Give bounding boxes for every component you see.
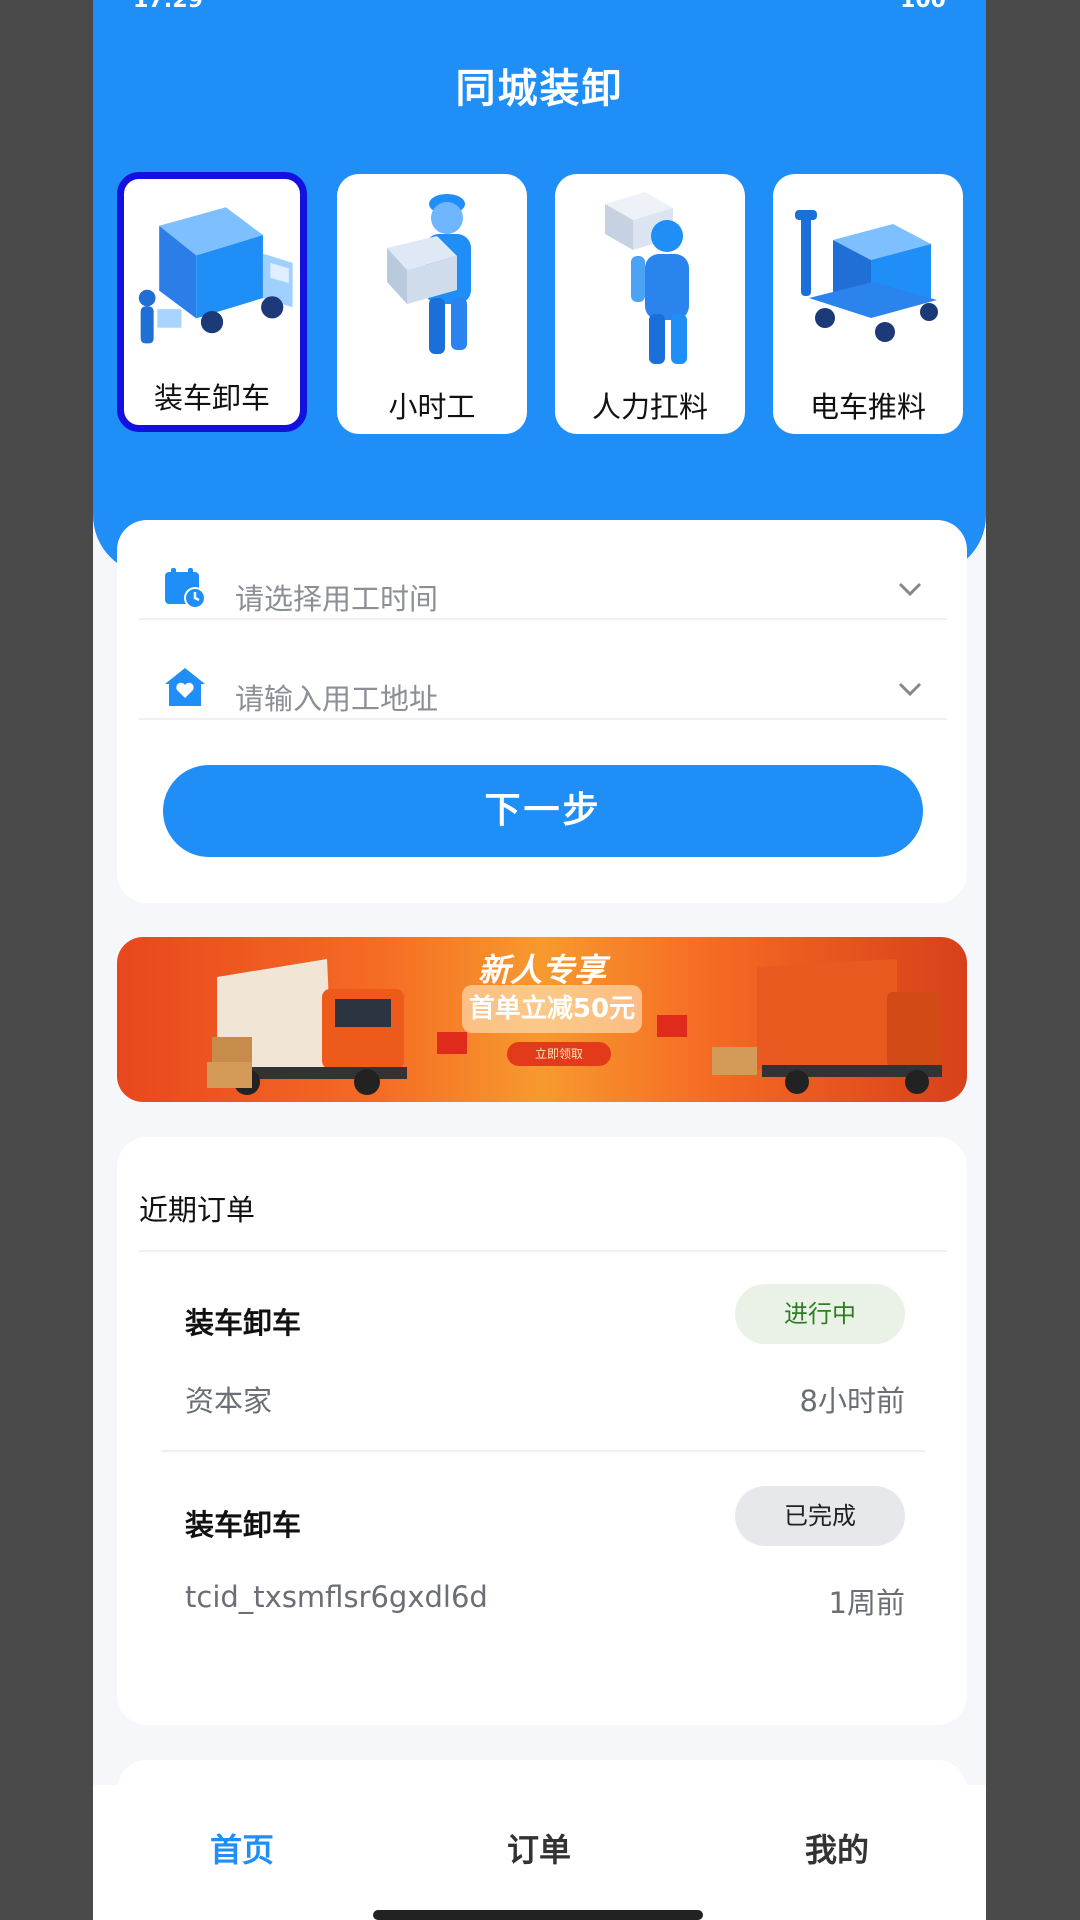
order-time: 1周前 — [828, 1586, 905, 1620]
order-time: 8小时前 — [799, 1384, 905, 1418]
promo-banner[interactable]: 新人专享 首单立减50元 立即领取 — [117, 937, 967, 1102]
page-title: 同城装卸 — [455, 66, 624, 112]
tab-orders[interactable]: 订单 — [439, 1825, 639, 1871]
service-card-carry[interactable]: 人力扛料 — [555, 174, 745, 434]
worker-shoulder-box-icon — [605, 192, 689, 364]
home-heart-icon — [165, 668, 205, 706]
promo-subtitle: 首单立减50元 — [462, 985, 642, 1033]
work-time-placeholder: 请选择用工时间 — [235, 582, 439, 616]
chevron-down-icon — [898, 682, 922, 697]
service-label: 电车推料 — [809, 390, 926, 424]
recent-orders-title: 近期订单 — [139, 1193, 256, 1227]
hand-truck-icon — [795, 210, 938, 342]
order-item[interactable]: 装车卸车 已完成 tcid_txsmflsr6gxdl6d 1周前 — [161, 1454, 925, 1654]
recent-orders-header: 近期订单 — [139, 1137, 947, 1252]
service-label: 小时工 — [388, 390, 476, 424]
tab-home[interactable]: 首页 — [142, 1825, 342, 1871]
order-customer: 资本家 — [185, 1384, 273, 1418]
status-time: 17:29 — [133, 0, 204, 13]
service-card-loading[interactable]: 装车卸车 — [117, 172, 307, 432]
status-badge: 已完成 — [735, 1486, 905, 1546]
status-bar: 17:29 100 — [93, 0, 986, 18]
service-card-hourly[interactable]: 小时工 — [337, 174, 527, 434]
recent-orders: 近期订单 装车卸车 进行中 资本家 8小时前 装车卸车 已完成 tcid_txs… — [117, 1137, 967, 1725]
battery-level: 100 — [900, 0, 946, 13]
app-screen: 17:29 100 同城装卸 装车卸车 小时工 人力扛料 电车推料 请选择用工时… — [93, 0, 986, 1920]
promo-claim-button[interactable]: 立即领取 — [507, 1042, 611, 1066]
order-customer: tcid_txsmflsr6gxdl6d — [185, 1580, 488, 1614]
service-label: 人力扛料 — [591, 390, 708, 424]
work-time-selector[interactable]: 请选择用工时间 — [139, 520, 947, 620]
order-service-name: 装车卸车 — [185, 1508, 302, 1542]
order-service-name: 装车卸车 — [185, 1306, 302, 1340]
next-step-button[interactable]: 下一步 — [163, 765, 923, 857]
chevron-down-icon — [898, 582, 922, 597]
service-label: 装车卸车 — [153, 381, 270, 415]
status-badge: 进行中 — [735, 1284, 905, 1344]
service-card-cart[interactable]: 电车推料 — [773, 174, 963, 434]
booking-form: 请选择用工时间 请输入用工地址 下一步 — [117, 520, 967, 903]
tab-mine[interactable]: 我的 — [737, 1825, 937, 1871]
worker-carrying-box-icon — [387, 194, 471, 354]
work-address-input[interactable]: 请输入用工地址 — [139, 620, 947, 720]
truck-loading-icon — [138, 207, 293, 344]
bottom-tab-bar: 首页 订单 我的 — [93, 1785, 986, 1920]
work-address-placeholder: 请输入用工地址 — [235, 682, 439, 716]
calendar-clock-icon — [165, 568, 206, 609]
order-item[interactable]: 装车卸车 进行中 资本家 8小时前 — [161, 1252, 925, 1452]
home-indicator[interactable] — [373, 1910, 703, 1920]
